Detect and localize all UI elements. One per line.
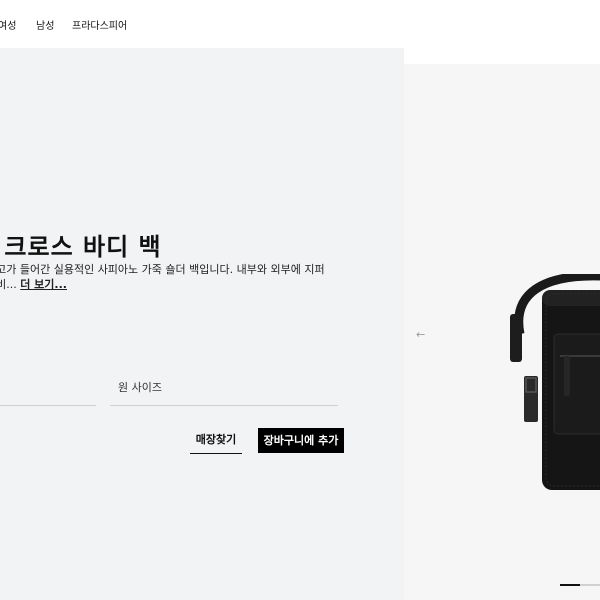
top-navigation: 여성 남성 프라다스피어 bbox=[0, 0, 600, 48]
product-info-panel bbox=[0, 48, 404, 600]
pager-indicator[interactable] bbox=[580, 584, 600, 586]
nav-men[interactable]: 남성 bbox=[36, 17, 54, 32]
pager-indicator-active[interactable] bbox=[560, 584, 580, 586]
product-image bbox=[510, 274, 600, 490]
add-to-cart-button[interactable]: 장바구니에 추가 bbox=[258, 428, 344, 453]
description-line-1: 로고가 들어간 실용적인 사피아노 가죽 숄더 백입니다. 내부와 외부에 지퍼 bbox=[0, 263, 325, 276]
product-title: 죽 크로스 바디 백 bbox=[0, 233, 162, 261]
size-select-value: 원 사이즈 bbox=[118, 381, 162, 394]
product-gallery: ← bbox=[404, 64, 600, 600]
description-line-2: 대비... bbox=[0, 278, 17, 291]
find-store-button[interactable]: 매장찾기 bbox=[190, 428, 242, 454]
size-select[interactable]: 원 사이즈 bbox=[110, 375, 338, 406]
arrow-left-icon[interactable]: ← bbox=[416, 328, 425, 341]
color-field-underline bbox=[0, 405, 96, 406]
nav-pradasphere[interactable]: 프라다스피어 bbox=[72, 17, 127, 32]
product-description: 로고가 들어간 실용적인 사피아노 가죽 숄더 백입니다. 내부와 외부에 지퍼… bbox=[0, 262, 346, 292]
read-more-link[interactable]: 더 보기... bbox=[20, 278, 67, 291]
nav-women[interactable]: 여성 bbox=[0, 17, 16, 32]
